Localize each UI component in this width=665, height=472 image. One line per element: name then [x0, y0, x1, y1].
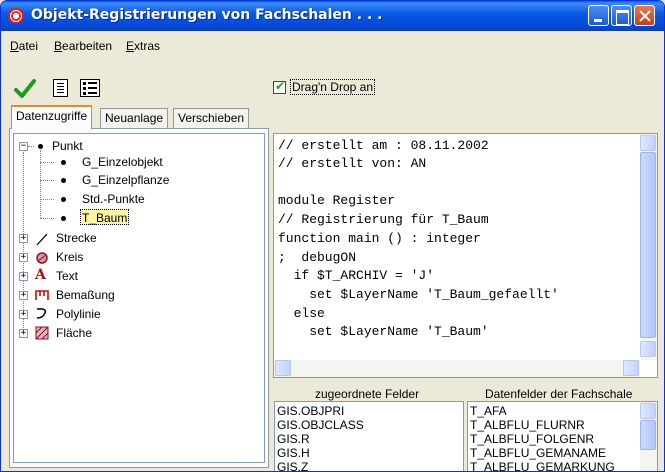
scroll-right-button[interactable]: [623, 360, 639, 376]
drag-drop-checkbox[interactable]: [273, 79, 286, 94]
tab-datenzugriffe[interactable]: Datenzugriffe: [11, 105, 93, 129]
code-line: set $LayerName 'T_Baum': [278, 324, 489, 339]
object-tree: − Punkt G_Einzelobjekt G_Einzelpflanze S…: [13, 133, 265, 463]
list-item[interactable]: T_ALBFLU_FOLGENR: [470, 432, 594, 446]
title-bar[interactable]: Objekt-Registrierungen von Fachschalen .…: [1, 1, 664, 31]
area-icon: [35, 326, 49, 340]
scroll-left-button[interactable]: [275, 360, 291, 376]
fachschale-fields-label: Datenfelder der Fachschale: [485, 387, 633, 401]
point-icon: [61, 178, 66, 183]
list-item[interactable]: T_ALBFLU_GEMARKUNG: [470, 460, 615, 471]
code-line: else: [278, 306, 325, 321]
scroll-up-button[interactable]: [640, 135, 656, 151]
app-icon: [8, 8, 24, 24]
vertical-scrollbar[interactable]: [640, 402, 657, 471]
form-icon[interactable]: [80, 79, 100, 97]
point-icon: [61, 160, 66, 165]
tree-node-text[interactable]: Text: [56, 268, 78, 284]
minimize-button[interactable]: [588, 5, 609, 26]
code-line: function main () : integer: [278, 231, 481, 246]
scroll-down-button[interactable]: [640, 341, 656, 357]
tree-node-polylinie[interactable]: Polylinie: [56, 306, 101, 322]
horizontal-scrollbar[interactable]: [274, 360, 640, 377]
line-icon: [35, 232, 49, 246]
tree-node-strecke[interactable]: Strecke: [56, 230, 97, 246]
fachschale-fields-list[interactable]: T_AFA T_ALBFLU_FLURNR T_ALBFLU_FOLGENR T…: [467, 401, 658, 471]
list-item[interactable]: GIS.Z: [277, 460, 308, 471]
main-window: Objekt-Registrierungen von Fachschalen .…: [0, 0, 665, 472]
window-title: Objekt-Registrierungen von Fachschalen .…: [31, 7, 383, 23]
code-line: // erstellt von: AN: [278, 156, 427, 171]
close-button[interactable]: [634, 5, 655, 26]
code-line: ; debugON: [278, 250, 357, 265]
tree-node-bemassung[interactable]: Bemaßung: [56, 287, 115, 303]
list-item[interactable]: GIS.H: [277, 446, 310, 460]
tree-node-flaeche[interactable]: Fläche: [56, 325, 92, 341]
scroll-thumb[interactable]: [640, 420, 656, 450]
dimension-icon: [35, 287, 49, 301]
point-icon: [38, 144, 43, 149]
list-item[interactable]: GIS.OBJPRI: [277, 404, 344, 418]
point-icon: [61, 197, 66, 202]
scroll-up-button[interactable]: [640, 403, 656, 419]
assigned-fields-list[interactable]: GIS.OBJPRI GIS.OBJCLASS GIS.R GIS.H GIS.…: [274, 401, 464, 471]
tree-node-g-einzelpflanze[interactable]: G_Einzelpflanze: [82, 172, 169, 188]
collapse-toggle[interactable]: −: [19, 142, 28, 151]
tree-node-g-einzelobjekt[interactable]: G_Einzelobjekt: [82, 154, 163, 170]
polyline-icon: [35, 306, 49, 320]
expand-toggle[interactable]: +: [19, 329, 28, 338]
expand-toggle[interactable]: +: [19, 272, 28, 281]
list-item[interactable]: T_ALBFLU_GEMANAME: [470, 446, 606, 460]
tree-node-punkt[interactable]: Punkt: [52, 138, 83, 154]
code-line: module Register: [278, 193, 396, 208]
list-item[interactable]: T_AFA: [470, 404, 507, 418]
tab-neuanlage[interactable]: Neuanlage: [100, 108, 169, 128]
tab-verschieben[interactable]: Verschieben: [173, 108, 250, 128]
circle-icon: [35, 251, 49, 265]
expand-toggle[interactable]: +: [19, 234, 28, 243]
tree-node-t-baum[interactable]: T_Baum: [80, 209, 130, 225]
menu-extras[interactable]: Extras: [126, 39, 160, 53]
list-item[interactable]: T_ALBFLU_FLURNR: [470, 418, 585, 432]
vertical-scrollbar[interactable]: [640, 134, 657, 360]
text-icon: A: [35, 267, 46, 283]
assigned-fields-label: zugeordnete Felder: [315, 387, 420, 401]
code-line: set $LayerName 'T_Baum_gefaellt': [278, 287, 559, 302]
maximize-button[interactable]: [611, 5, 632, 26]
menu-datei[interactable]: Datei: [10, 39, 38, 53]
expand-toggle[interactable]: +: [19, 291, 28, 300]
code-line: // Registrierung für T_Baum: [278, 212, 489, 227]
code-line: // erstellt am : 08.11.2002: [278, 138, 489, 153]
code-line: if $T_ARCHIV = 'J': [278, 268, 435, 283]
tree-node-std-punkte[interactable]: Std.-Punkte: [82, 191, 145, 207]
tree-node-kreis[interactable]: Kreis: [56, 249, 83, 265]
expand-toggle[interactable]: +: [19, 253, 28, 262]
expand-toggle[interactable]: +: [19, 310, 28, 319]
script-editor[interactable]: // erstellt am : 08.11.2002 // erstellt …: [273, 133, 658, 378]
document-icon[interactable]: [53, 79, 68, 97]
drag-drop-label[interactable]: Drag'n Drop an: [290, 79, 375, 95]
scroll-thumb[interactable]: [640, 152, 656, 338]
point-icon: [61, 216, 66, 221]
list-item[interactable]: GIS.OBJCLASS: [277, 418, 364, 432]
list-item[interactable]: GIS.R: [277, 432, 310, 446]
menu-bearbeiten[interactable]: Bearbeiten: [54, 39, 112, 53]
checkmark-icon[interactable]: [13, 77, 37, 101]
